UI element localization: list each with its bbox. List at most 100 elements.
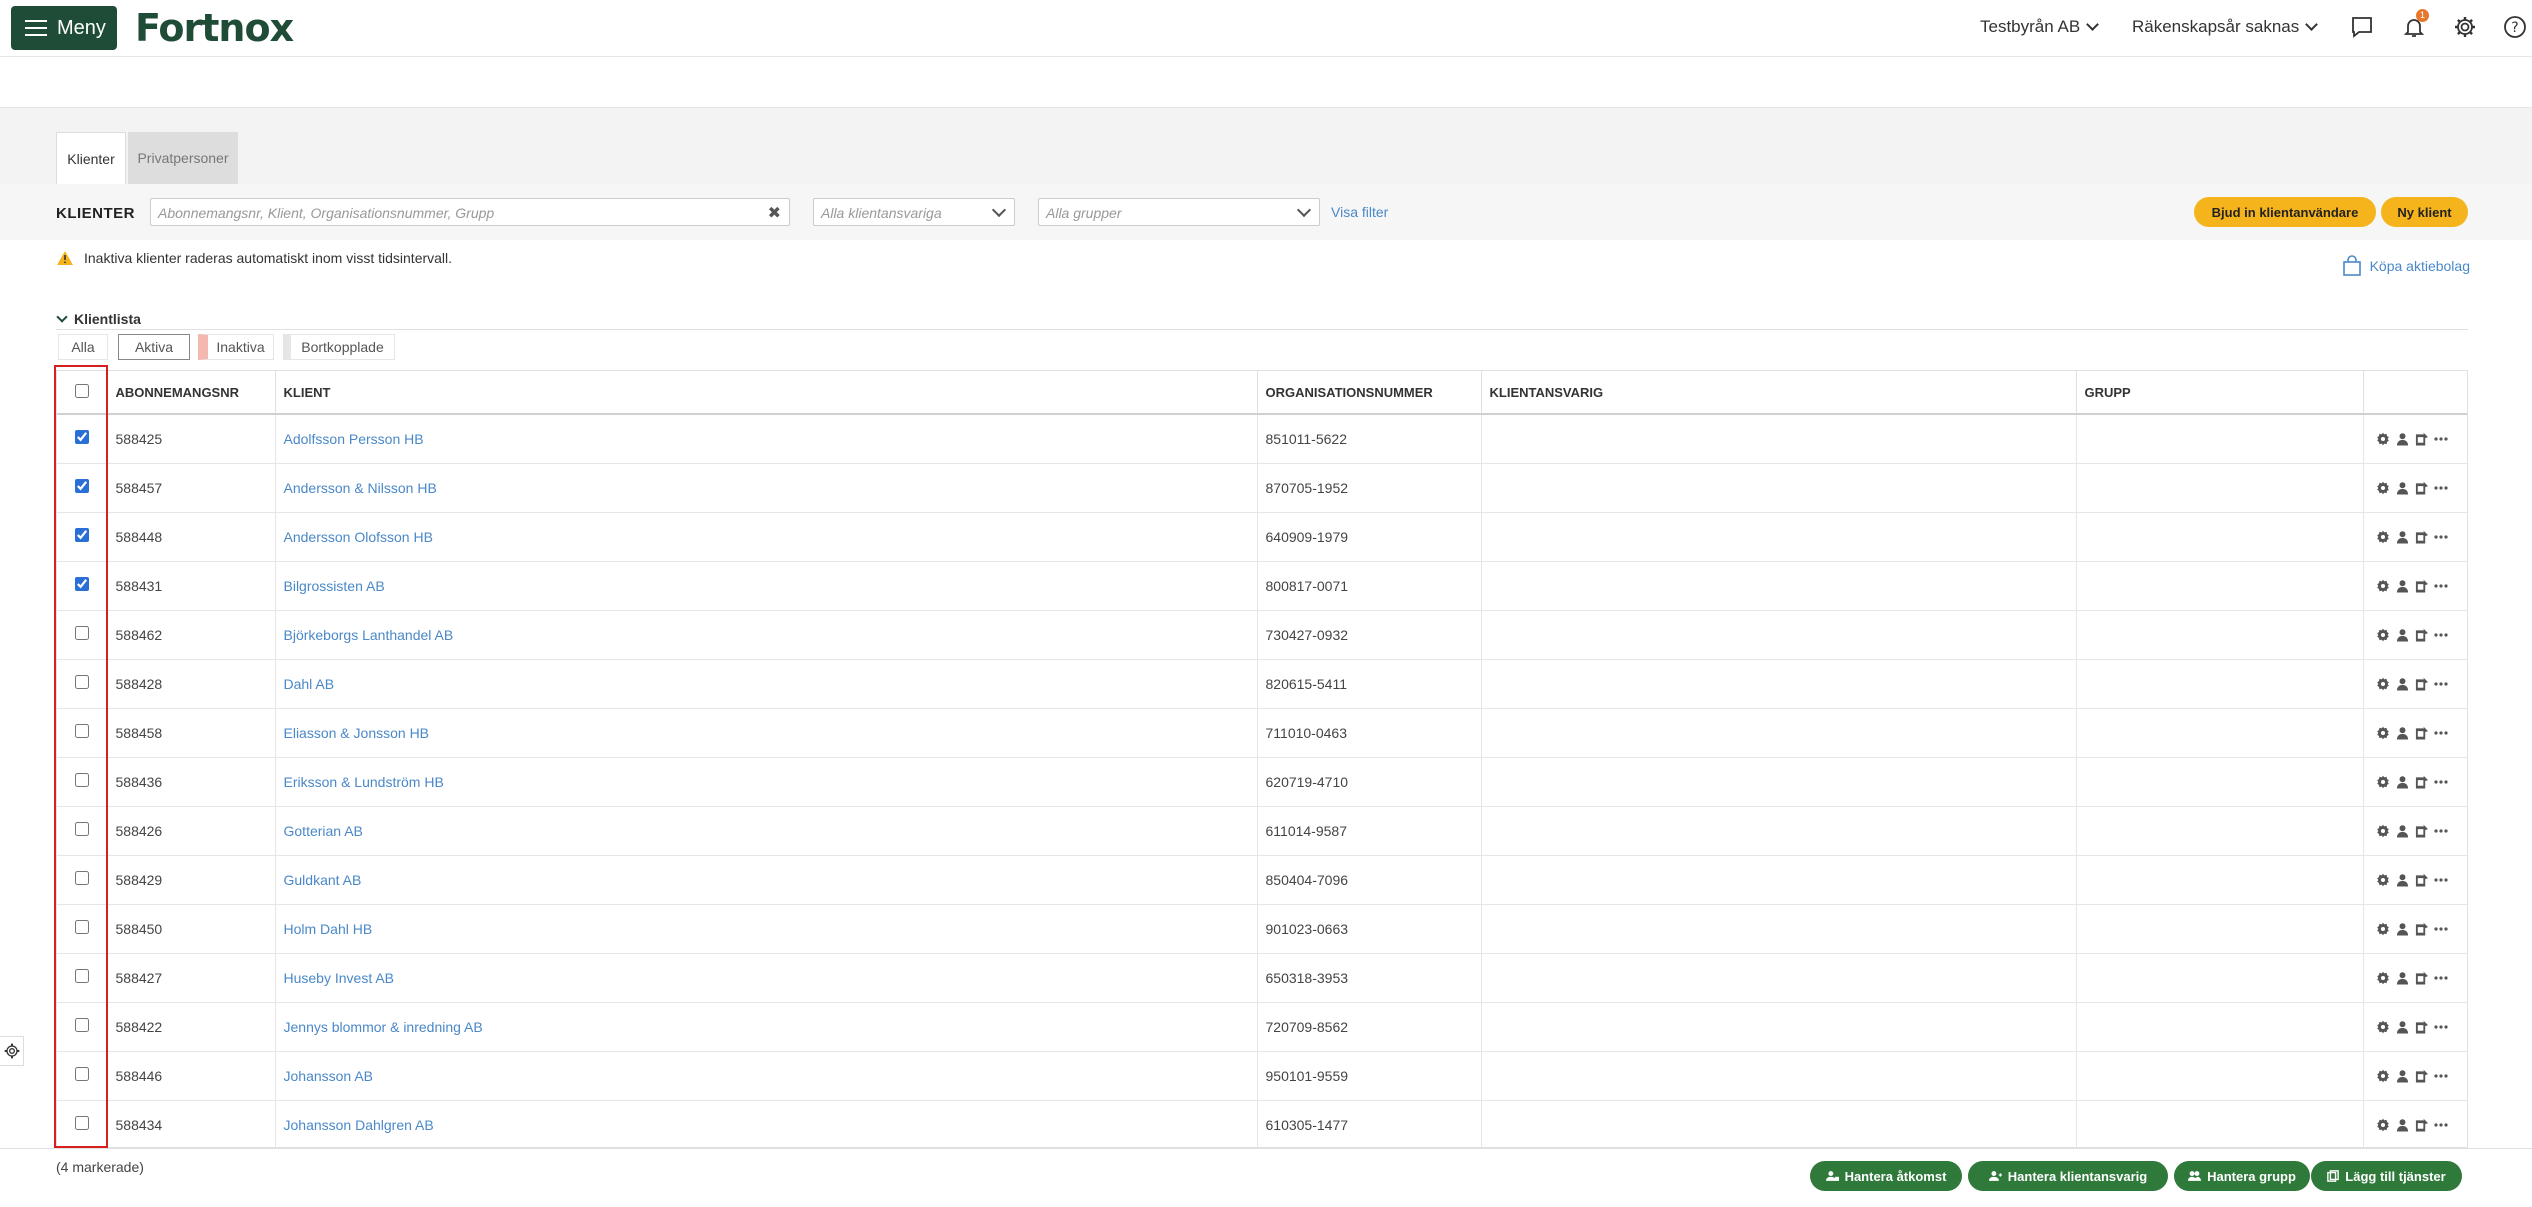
document-icon[interactable] (2415, 824, 2428, 838)
new-client-button[interactable]: Ny klient (2381, 197, 2468, 227)
table-row[interactable]: 588426 Gotterian AB 611014-9587 (57, 806, 2467, 856)
table-row[interactable]: 588431 Bilgrossisten AB 800817-0071 (57, 561, 2467, 611)
buy-company-link[interactable]: Köpa aktiebolag (2342, 255, 2470, 277)
table-row[interactable]: 588429 Guldkant AB 850404-7096 (57, 855, 2467, 905)
client-name-link[interactable]: Andersson & Nilsson HB (284, 480, 437, 496)
more-options-icon[interactable] (2433, 579, 2448, 593)
more-options-icon[interactable] (2433, 726, 2448, 740)
search-input[interactable]: Abonnemangsnr, Klient, Organisationsnumm… (150, 198, 790, 226)
table-row[interactable]: 588457 Andersson & Nilsson HB 870705-1952 (57, 463, 2467, 513)
table-row[interactable]: 588462 Björkeborgs Lanthandel AB 730427-09… (57, 610, 2467, 660)
document-icon[interactable] (2415, 432, 2428, 446)
document-icon[interactable] (2415, 922, 2428, 936)
floating-settings-gear-icon[interactable] (0, 1036, 24, 1066)
settings-gear-icon[interactable] (2376, 824, 2390, 838)
user-icon[interactable] (2396, 971, 2409, 985)
settings-gear-icon[interactable] (2376, 726, 2390, 740)
document-icon[interactable] (2415, 1118, 2428, 1132)
client-name-link[interactable]: Andersson Olofsson HB (284, 529, 433, 545)
settings-gear-icon[interactable] (2376, 873, 2390, 887)
status-filter-inaktiva[interactable]: Inaktiva (198, 334, 274, 360)
table-row[interactable]: 588428 Dahl AB 820615-5411 (57, 659, 2467, 709)
table-row[interactable]: 588450 Holm Dahl HB 901023-0663 (57, 904, 2467, 954)
table-row[interactable]: 588427 Huseby Invest AB 650318-3953 (57, 953, 2467, 1003)
user-icon[interactable] (2396, 1020, 2409, 1034)
manage-client-responsible-button[interactable]: Hantera klientansvarig (1968, 1161, 2168, 1191)
settings-gear-icon[interactable] (2376, 432, 2390, 446)
settings-gear-icon[interactable] (2376, 530, 2390, 544)
user-icon[interactable] (2396, 530, 2409, 544)
document-icon[interactable] (2415, 628, 2428, 642)
document-icon[interactable] (2415, 971, 2428, 985)
settings-gear-icon[interactable] (2376, 1118, 2390, 1132)
column-header-group[interactable]: GRUPP (2076, 371, 2364, 415)
settings-gear-icon[interactable] (2376, 677, 2390, 691)
document-icon[interactable] (2415, 1020, 2428, 1034)
settings-gear-icon[interactable] (2376, 1069, 2390, 1083)
more-options-icon[interactable] (2433, 824, 2448, 838)
settings-gear-icon[interactable] (2376, 1020, 2390, 1034)
tab-klienter[interactable]: Klienter (56, 132, 126, 184)
more-options-icon[interactable] (2433, 971, 2448, 985)
client-name-link[interactable]: Gotterian AB (284, 823, 363, 839)
client-name-link[interactable]: Bilgrossisten AB (284, 578, 385, 594)
settings-gear-icon[interactable] (2376, 775, 2390, 789)
settings-gear-icon[interactable] (2376, 922, 2390, 936)
more-options-icon[interactable] (2433, 1020, 2448, 1034)
manage-access-button[interactable]: Hantera åtkomst (1810, 1161, 1962, 1191)
settings-gear-icon[interactable] (2450, 12, 2480, 42)
help-icon[interactable]: ? (2500, 12, 2530, 42)
table-row[interactable]: 588425 Adolfsson Persson HB 851011-5622 (57, 414, 2467, 464)
settings-gear-icon[interactable] (2376, 971, 2390, 985)
client-name-link[interactable]: Jennys blommor & inredning AB (284, 1019, 483, 1035)
company-selector[interactable]: Testbyrån AB (1980, 17, 2100, 37)
client-name-link[interactable]: Eliasson & Jonsson HB (284, 725, 430, 741)
user-icon[interactable] (2396, 873, 2409, 887)
user-icon[interactable] (2396, 726, 2409, 740)
document-icon[interactable] (2415, 775, 2428, 789)
user-icon[interactable] (2396, 775, 2409, 789)
user-icon[interactable] (2396, 432, 2409, 446)
client-name-link[interactable]: Eriksson & Lundström HB (284, 774, 444, 790)
user-icon[interactable] (2396, 677, 2409, 691)
client-list-toggle[interactable]: Klientlista (56, 311, 141, 327)
table-row[interactable]: 588446 Johansson AB 950101-9559 (57, 1051, 2467, 1101)
client-name-link[interactable]: Guldkant AB (284, 872, 362, 888)
settings-gear-icon[interactable] (2376, 481, 2390, 495)
client-name-link[interactable]: Johansson AB (284, 1068, 374, 1084)
more-options-icon[interactable] (2433, 530, 2448, 544)
client-name-link[interactable]: Johansson Dahlgren AB (284, 1117, 434, 1133)
document-icon[interactable] (2415, 481, 2428, 495)
column-header-subscription[interactable]: ABONNEMANGSNR (107, 371, 276, 415)
user-icon[interactable] (2396, 922, 2409, 936)
settings-gear-icon[interactable] (2376, 579, 2390, 593)
settings-gear-icon[interactable] (2376, 628, 2390, 642)
clear-icon[interactable]: ✖ (768, 203, 781, 223)
user-icon[interactable] (2396, 579, 2409, 593)
column-header-client[interactable]: KLIENT (275, 371, 1258, 415)
user-icon[interactable] (2396, 1069, 2409, 1083)
group-select[interactable]: Alla grupper (1038, 198, 1320, 226)
more-options-icon[interactable] (2433, 677, 2448, 691)
table-row[interactable]: 588422 Jennys blommor & inredning AB 72070… (57, 1002, 2467, 1052)
table-row[interactable]: 588436 Eriksson & Lundström HB 620719-4710 (57, 757, 2467, 807)
more-options-icon[interactable] (2433, 922, 2448, 936)
more-options-icon[interactable] (2433, 628, 2448, 642)
status-filter-aktiva[interactable]: Aktiva (118, 334, 190, 360)
client-name-link[interactable]: Dahl AB (284, 676, 335, 692)
document-icon[interactable] (2415, 873, 2428, 887)
client-name-link[interactable]: Holm Dahl HB (284, 921, 373, 937)
client-name-link[interactable]: Adolfsson Persson HB (284, 431, 424, 447)
tab-privatpersoner[interactable]: Privatpersoner (128, 132, 238, 184)
document-icon[interactable] (2415, 726, 2428, 740)
more-options-icon[interactable] (2433, 432, 2448, 446)
notifications-icon[interactable]: 1 (2399, 9, 2429, 42)
table-row[interactable]: 588448 Andersson Olofsson HB 640909-1979 (57, 512, 2467, 562)
fortnox-logo[interactable]: Fortnox (135, 6, 294, 50)
show-filter-link[interactable]: Visa filter (1331, 204, 1388, 220)
table-row[interactable]: 588434 Johansson Dahlgren AB 610305-1477 (57, 1100, 2467, 1147)
more-options-icon[interactable] (2433, 481, 2448, 495)
more-options-icon[interactable] (2433, 775, 2448, 789)
user-icon[interactable] (2396, 1118, 2409, 1132)
document-icon[interactable] (2415, 579, 2428, 593)
